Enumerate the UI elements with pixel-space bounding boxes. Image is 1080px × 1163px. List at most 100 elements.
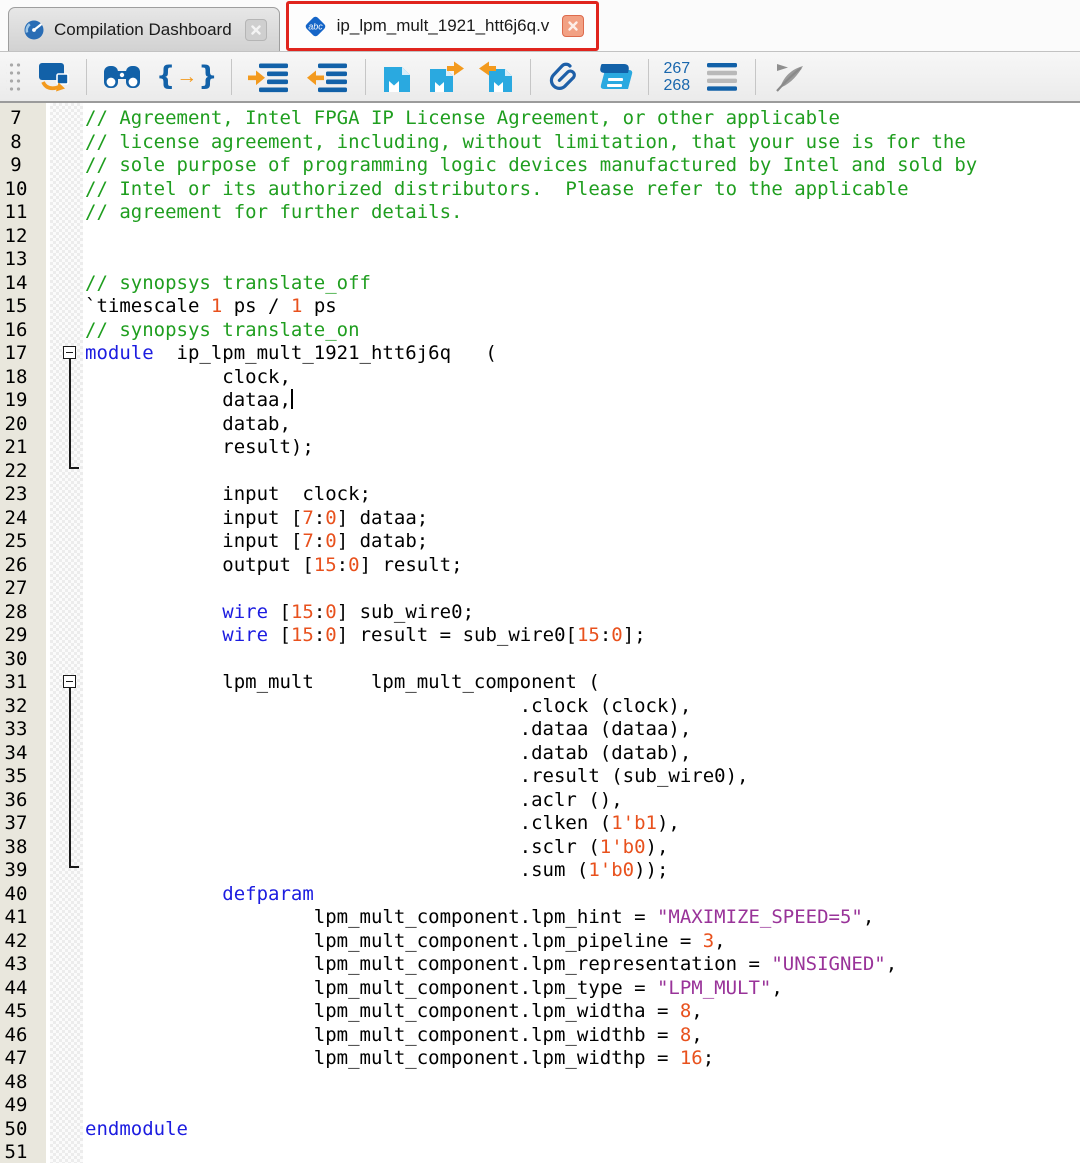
code-editor[interactable]: 7891011121314151617181920212223242526272… xyxy=(0,103,1080,1163)
toolbar-separator xyxy=(365,59,366,95)
line-number: 11 xyxy=(0,201,32,225)
fold-guide-line xyxy=(69,688,79,868)
code-token: lpm_mult_component.lpm_widthb = xyxy=(85,1024,680,1046)
toolbar-grip-handle[interactable] xyxy=(6,59,21,95)
code-line[interactable]: lpm_mult_component.lpm_widthp = 16; xyxy=(85,1047,1080,1071)
code-line[interactable]: .aclr (), xyxy=(85,789,1080,813)
code-token: , xyxy=(691,1024,702,1046)
code-line[interactable]: wire [15:0] result = sub_wire0[15:0]; xyxy=(85,624,1080,648)
code-line[interactable]: input [7:0] dataa; xyxy=(85,507,1080,531)
code-line[interactable]: lpm_mult_component.lpm_widtha = 8, xyxy=(85,1000,1080,1024)
code-line[interactable]: defparam xyxy=(85,883,1080,907)
code-token: 0 xyxy=(325,601,336,623)
code-line[interactable]: endmodule xyxy=(85,1118,1080,1142)
code-line[interactable]: .sclr (1'b0), xyxy=(85,836,1080,860)
code-token: .datab (datab), xyxy=(85,742,691,764)
code-token: .dataa (dataa), xyxy=(85,718,691,740)
toggle-bookmark-button[interactable] xyxy=(376,58,418,96)
code-line[interactable]: output [15:0] result; xyxy=(85,554,1080,578)
code-token: module xyxy=(85,342,154,364)
code-line[interactable]: input clock; xyxy=(85,483,1080,507)
code-line[interactable] xyxy=(85,577,1080,601)
code-line[interactable]: .sum (1'b0)); xyxy=(85,859,1080,883)
code-line[interactable] xyxy=(85,248,1080,272)
line-number: 25 xyxy=(0,530,32,554)
code-line[interactable]: .clock (clock), xyxy=(85,695,1080,719)
indent-button[interactable] xyxy=(242,59,296,95)
code-line[interactable]: // sole purpose of programming logic dev… xyxy=(85,154,1080,178)
code-line[interactable]: // license agreement, including, without… xyxy=(85,131,1080,155)
code-line[interactable]: // synopsys translate_on xyxy=(85,319,1080,343)
fold-guide-line xyxy=(69,359,79,469)
close-tab-button[interactable] xyxy=(245,19,267,41)
code-line[interactable]: // synopsys translate_off xyxy=(85,272,1080,296)
fold-margin[interactable] xyxy=(50,103,83,1163)
code-line[interactable]: lpm_mult lpm_mult_component ( xyxy=(85,671,1080,695)
tab-compilation-dashboard[interactable]: Compilation Dashboard xyxy=(8,7,280,51)
line-number: 33 xyxy=(0,718,32,742)
code-token: .clock (clock), xyxy=(85,695,691,717)
line-number: 36 xyxy=(0,789,32,813)
code-line[interactable]: .clken (1'b1), xyxy=(85,812,1080,836)
code-token: 0 xyxy=(325,507,336,529)
code-line[interactable]: // Agreement, Intel FPGA IP License Agre… xyxy=(85,107,1080,131)
quill-icon xyxy=(770,59,810,95)
hdl-file-abc-icon: abc xyxy=(303,14,328,39)
toggle-line-display-button[interactable] xyxy=(699,59,745,95)
code-token: wire xyxy=(222,624,268,646)
attach-button[interactable] xyxy=(541,57,585,97)
fold-collapse-button[interactable] xyxy=(63,675,76,688)
code-line[interactable]: lpm_mult_component.lpm_pipeline = 3, xyxy=(85,930,1080,954)
fold-collapse-button[interactable] xyxy=(63,346,76,359)
code-line[interactable] xyxy=(85,1141,1080,1163)
line-number: 40 xyxy=(0,883,32,907)
goto-line-button[interactable]: 267 268 xyxy=(659,58,694,96)
code-line[interactable]: lpm_mult_component.lpm_type = "LPM_MULT"… xyxy=(85,977,1080,1001)
code-line[interactable]: clock, xyxy=(85,366,1080,390)
code-token: ] result = sub_wire0[ xyxy=(337,624,577,646)
code-token: 15 xyxy=(314,554,337,576)
code-line[interactable]: .result (sub_wire0), xyxy=(85,765,1080,789)
find-button[interactable] xyxy=(97,60,147,94)
code-line[interactable] xyxy=(85,1071,1080,1095)
code-lines[interactable]: // Agreement, Intel FPGA IP License Agre… xyxy=(83,103,1080,1163)
comment-button[interactable] xyxy=(766,57,814,97)
code-line[interactable]: .datab (datab), xyxy=(85,742,1080,766)
close-tab-button[interactable] xyxy=(562,15,584,37)
line-number: 39 xyxy=(0,859,32,883)
code-line[interactable] xyxy=(85,648,1080,672)
code-line[interactable]: wire [15:0] sub_wire0; xyxy=(85,601,1080,625)
unindent-button[interactable] xyxy=(301,59,355,95)
line-number: 29 xyxy=(0,624,32,648)
code-line[interactable]: module ip_lpm_mult_1921_htt6j6q ( xyxy=(85,342,1080,366)
sync-window-button[interactable] xyxy=(30,57,76,97)
svg-text:abc: abc xyxy=(308,21,323,31)
code-token: 15 xyxy=(577,624,600,646)
code-line[interactable]: lpm_mult_component.lpm_hint = "MAXIMIZE_… xyxy=(85,906,1080,930)
code-line[interactable]: lpm_mult_component.lpm_widthb = 8, xyxy=(85,1024,1080,1048)
quartus-text-editor-window: Compilation Dashboard abc ip_lpm_mult_19… xyxy=(0,0,1080,1163)
code-line[interactable]: lpm_mult_component.lpm_representation = … xyxy=(85,953,1080,977)
insert-template-button[interactable]: {→} xyxy=(152,60,221,94)
code-line[interactable]: dataa, xyxy=(85,389,1080,413)
templates-button[interactable] xyxy=(590,58,638,96)
next-bookmark-button[interactable] xyxy=(423,58,469,96)
code-token: [ xyxy=(268,624,291,646)
code-line[interactable] xyxy=(85,460,1080,484)
line-number: 45 xyxy=(0,1000,32,1024)
code-line[interactable] xyxy=(85,225,1080,249)
line-number: 13 xyxy=(0,248,32,272)
code-token: endmodule xyxy=(85,1118,188,1140)
previous-bookmark-button[interactable] xyxy=(474,58,520,96)
tab-verilog-file[interactable]: abc ip_lpm_mult_1921_htt6j6q.v xyxy=(286,1,600,51)
close-icon xyxy=(567,20,579,32)
code-line[interactable]: input [7:0] datab; xyxy=(85,530,1080,554)
code-line[interactable]: result); xyxy=(85,436,1080,460)
code-line[interactable]: // agreement for further details. xyxy=(85,201,1080,225)
code-line[interactable]: // Intel or its authorized distributors.… xyxy=(85,178,1080,202)
code-line[interactable]: .dataa (dataa), xyxy=(85,718,1080,742)
code-line[interactable]: `timescale 1 ps / 1 ps xyxy=(85,295,1080,319)
code-line[interactable] xyxy=(85,1094,1080,1118)
code-line[interactable]: datab, xyxy=(85,413,1080,437)
bookmark-previous-icon xyxy=(478,60,516,94)
